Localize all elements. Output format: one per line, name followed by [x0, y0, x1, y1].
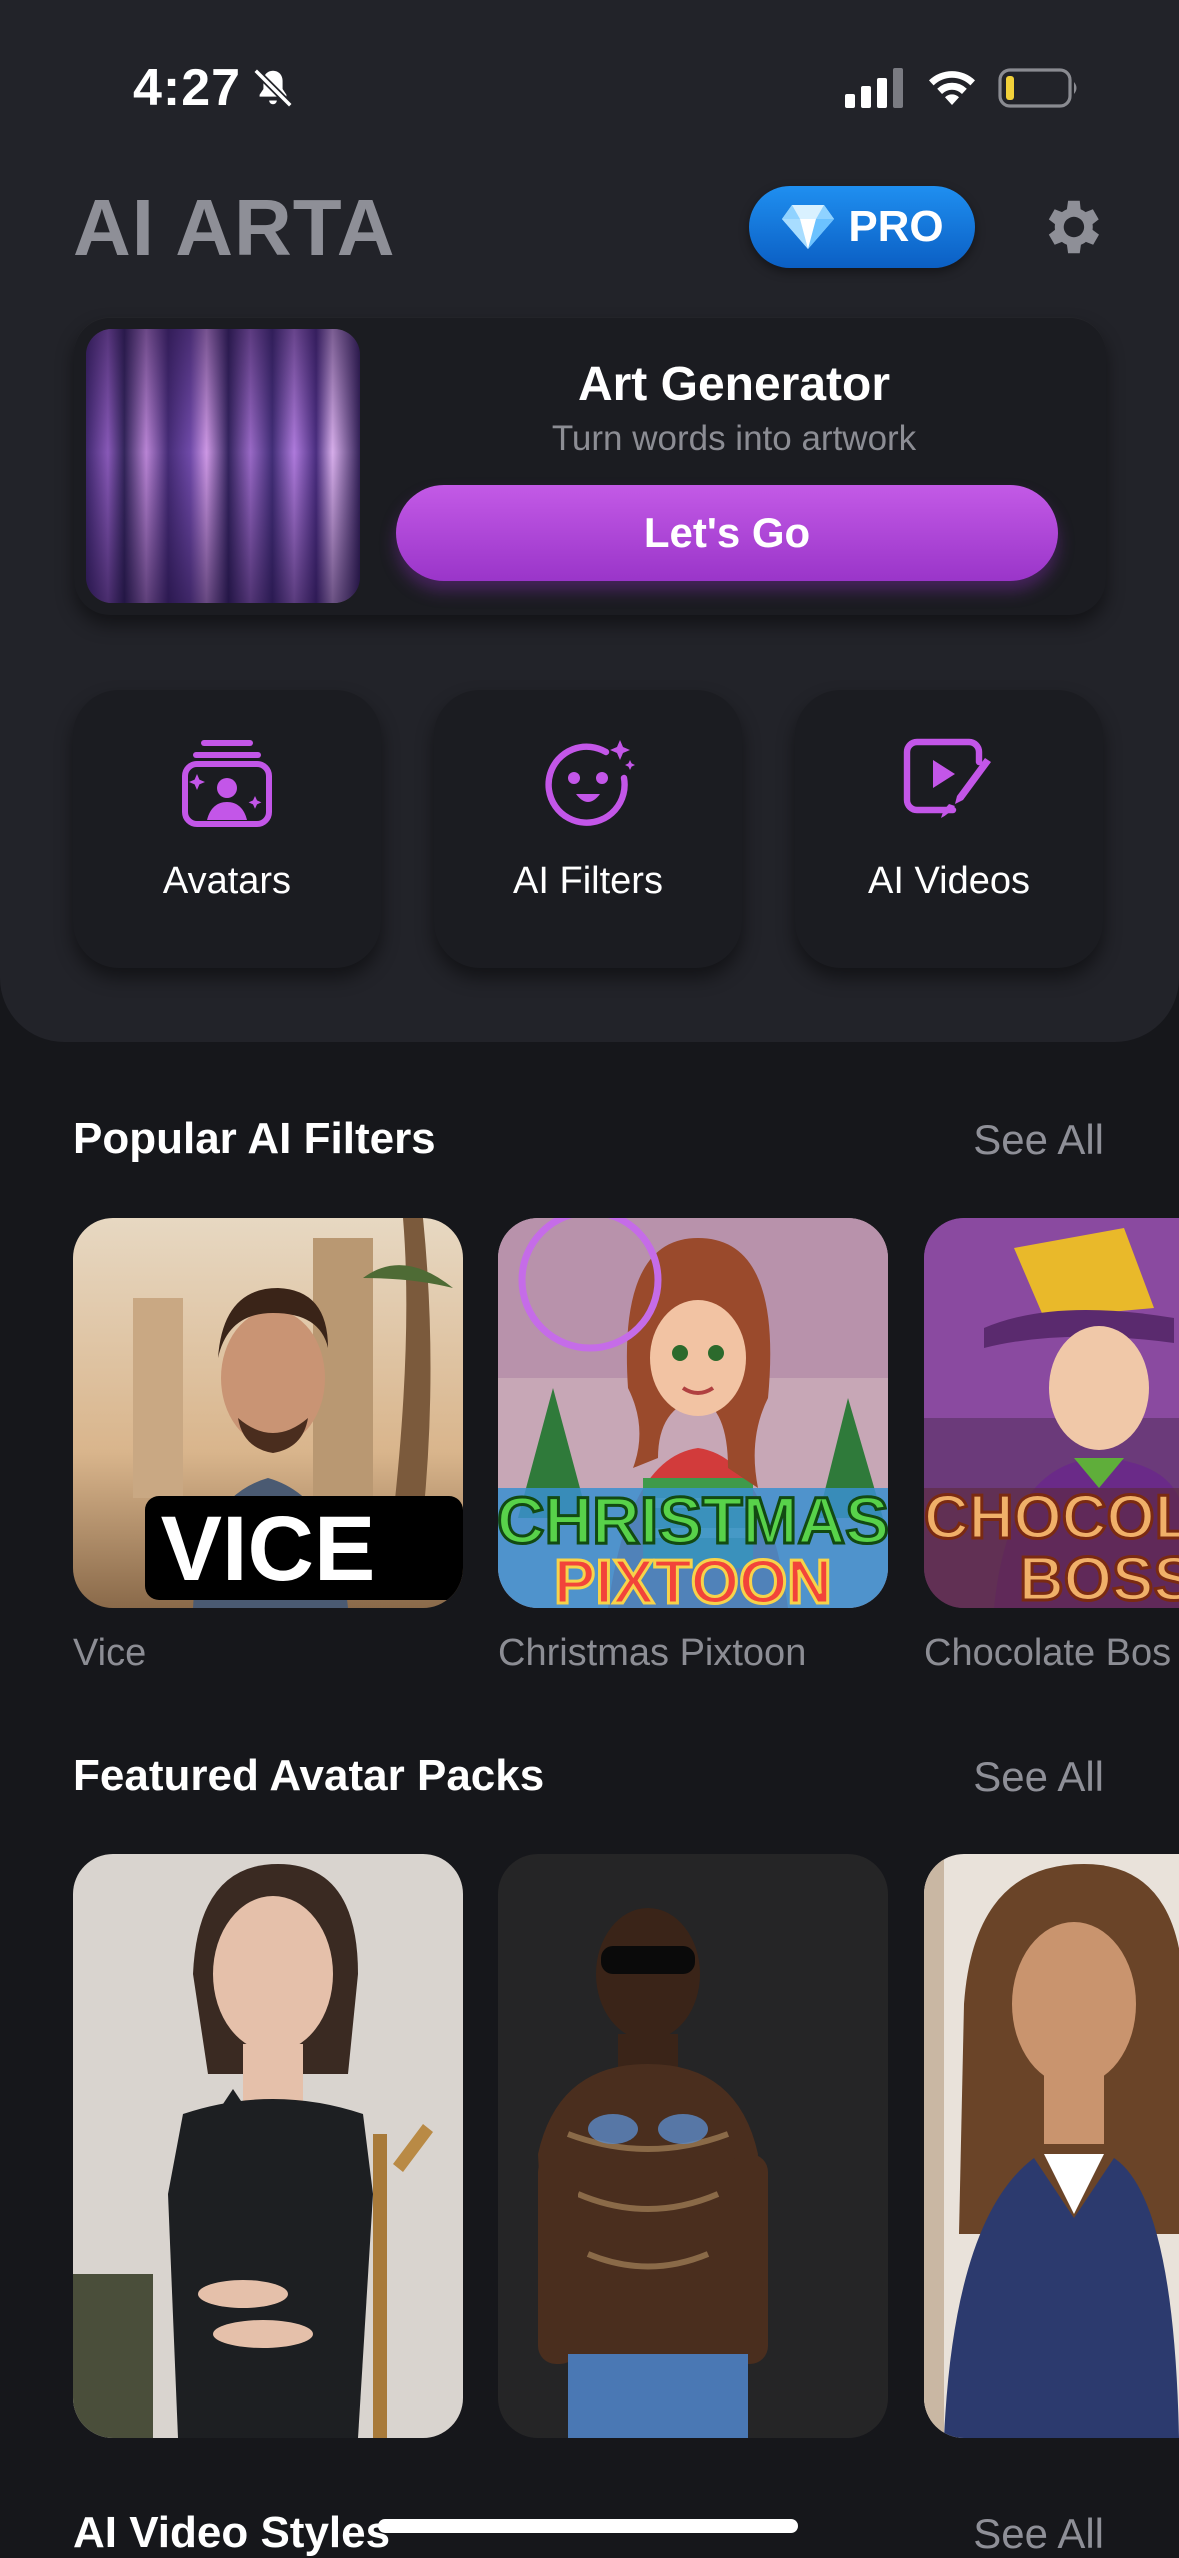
filter-card-vice[interactable]: VICE [73, 1218, 463, 1608]
art-generator-title: Art Generator [577, 358, 891, 411]
wifi-icon [929, 71, 975, 105]
tile-avatars[interactable]: Avatars [73, 690, 381, 968]
home-indicator[interactable] [378, 2519, 798, 2533]
cellular-signal-icon [845, 68, 903, 108]
app-title: AI ARTA [73, 183, 396, 272]
filter-card-christmas-pixtoon[interactable]: CHRISTMAS PIXTOON [498, 1218, 888, 1608]
avatars-icon [182, 740, 272, 827]
pro-button[interactable]: PRO [749, 186, 975, 268]
avatar-pack-card-1[interactable] [73, 1854, 463, 2438]
filter-caption-chocolate-boss: Chocolate Bos [924, 1632, 1172, 1674]
christmas-overlay-line1: CHRISTMAS [498, 1483, 888, 1557]
art-generator-subtitle: Turn words into artwork [551, 419, 917, 458]
avatar-pack-thumbnail-2 [498, 1854, 888, 2438]
art-generator-card[interactable]: Art Generator Turn words into artwork Le… [74, 317, 1106, 615]
art-generator-thumbnail [86, 329, 360, 603]
settings-gear-icon[interactable] [1036, 192, 1106, 262]
popular-filters-title: Popular AI Filters [73, 1114, 436, 1163]
chocolate-overlay-line2: BOSS [1019, 1545, 1179, 1608]
filter-card-chocolate-boss[interactable]: CHOCOL BOSS [924, 1218, 1179, 1608]
pro-label: PRO [848, 202, 944, 251]
diamond-icon [782, 205, 835, 249]
popular-filters-see-all[interactable]: See All [973, 1116, 1104, 1164]
filter-thumbnail-chocolate-boss: CHOCOL BOSS [924, 1218, 1179, 1608]
vice-overlay-text: VICE [161, 1498, 376, 1600]
tile-ai-filters-label: AI Filters [513, 860, 663, 902]
avatar-pack-card-2[interactable] [498, 1854, 888, 2438]
filter-caption-christmas-pixtoon: Christmas Pixtoon [498, 1632, 807, 1674]
ai-videos-icon [903, 738, 991, 818]
ai-filters-icon [545, 740, 635, 826]
lets-go-button[interactable]: Let's Go [396, 485, 1058, 581]
status-time: 4:27 [133, 59, 242, 117]
bell-off-icon [253, 68, 293, 108]
video-styles-see-all[interactable]: See All [973, 2510, 1104, 2558]
tile-ai-videos[interactable]: AI Videos [795, 690, 1103, 968]
filter-caption-vice: Vice [73, 1632, 147, 1674]
tile-ai-videos-label: AI Videos [868, 860, 1030, 902]
christmas-overlay-line2: PIXTOON [554, 1548, 832, 1608]
avatar-pack-card-3[interactable] [924, 1854, 1179, 2438]
avatar-packs-see-all[interactable]: See All [973, 1753, 1104, 1801]
filter-thumbnail-christmas-pixtoon: CHRISTMAS PIXTOON [498, 1218, 888, 1608]
filter-thumbnail-vice: VICE [73, 1218, 463, 1608]
battery-icon [998, 68, 1077, 108]
avatar-pack-thumbnail-1 [73, 1854, 463, 2438]
chocolate-overlay-line1: CHOCOL [924, 1483, 1179, 1552]
tile-ai-filters[interactable]: AI Filters [434, 690, 742, 968]
avatar-packs-title: Featured Avatar Packs [73, 1751, 545, 1800]
tile-avatars-label: Avatars [162, 860, 292, 902]
video-styles-title: AI Video Styles [73, 2508, 391, 2557]
avatar-pack-thumbnail-3 [924, 1854, 1179, 2438]
